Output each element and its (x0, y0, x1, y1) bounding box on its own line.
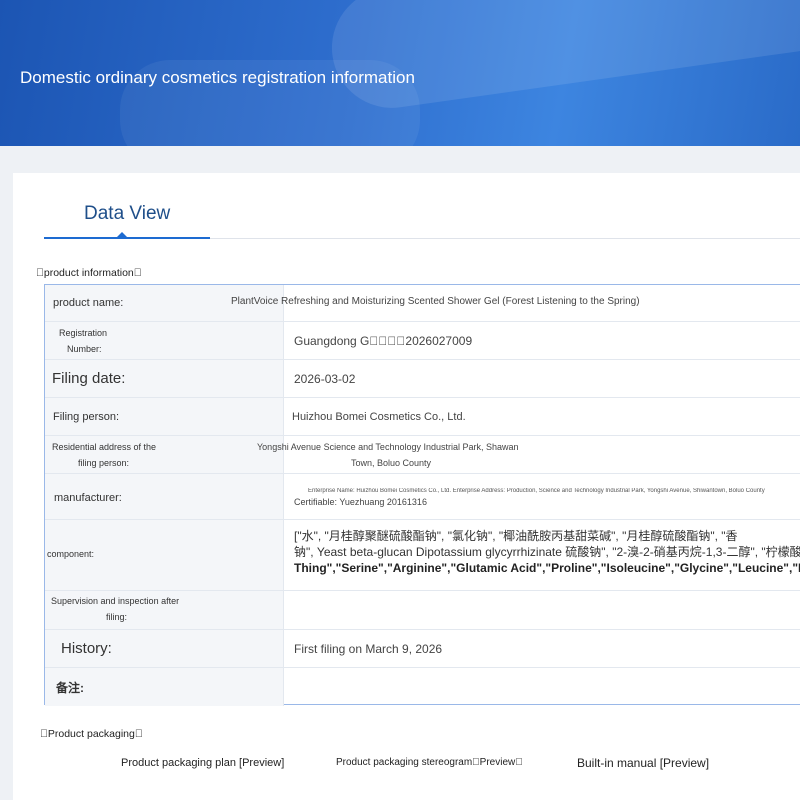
table-row: Filing person: Huizhou Bomei Cosmetics C… (45, 398, 800, 436)
address-label-2: filing person: (78, 458, 130, 468)
packaging-plan-preview-link[interactable]: Product packaging plan [Preview] (121, 757, 284, 769)
component-value: ["水", "月桂醇聚醚硫酸酯钠", "氯化钠", "椰油酰胺丙基甜菜碱", "… (294, 528, 800, 588)
tab-caret-icon (116, 232, 128, 238)
table-row: Residential address of the filing person… (45, 436, 800, 474)
address-value: Yongshi Avenue Science and Technology In… (257, 442, 519, 452)
table-row: product name: PlantVoice Refreshing and … (45, 285, 800, 322)
manufacturer-label: manufacturer: (54, 492, 122, 504)
registration-label-2: Number: (67, 344, 102, 354)
supervision-label-2: filing: (106, 612, 128, 622)
table-row: manufacturer: Enterprise Name: Huizhou B… (45, 474, 800, 520)
component-line: ["水", "月桂醇聚醚硫酸酯钠", "氯化钠", "椰油酰胺丙基甜菜碱", "… (294, 529, 738, 543)
tab-data-view[interactable]: Data View (84, 203, 170, 225)
page-title: Domestic ordinary cosmetics registration… (20, 68, 415, 87)
section-product-information:  product information  (36, 267, 142, 279)
address-value-2: Town, Boluo County (351, 458, 432, 468)
table-row: Registration Number: Guangdong G    2026… (45, 322, 800, 360)
table-row: History: First filing on March 9, 2026 (45, 630, 800, 668)
manufacturer-value: Enterprise Name: Huizhou Bomei Cosmetics… (308, 488, 765, 494)
header-banner: Domestic ordinary cosmetics registration… (0, 0, 800, 146)
packaging-stereogram-preview-link[interactable]: Product packaging stereogram Preview  (336, 757, 523, 768)
history-value: First filing on March 9, 2026 (294, 642, 443, 656)
table-row: Filing date: 2026-03-02 (45, 360, 800, 398)
remarks-label: 备注: (56, 681, 84, 695)
component-line: Thing","Serine","Arginine","Glutamic Aci… (294, 561, 800, 575)
table-row: 备注: (45, 668, 800, 706)
address-label: Residential address of the (52, 442, 157, 452)
filing-date-label: Filing date: (52, 370, 126, 387)
filing-date-value: 2026-03-02 (294, 372, 356, 386)
manufacturer-certificate: Certifiable: Yuezhuang 20161316 (294, 497, 427, 507)
table-row: Supervision and inspection after filing: (45, 591, 800, 630)
filing-person-label: Filing person: (53, 411, 120, 423)
product-name-label: product name: (53, 297, 124, 309)
component-label: component: (47, 549, 95, 559)
registration-value: Guangdong G    2026027009 (294, 334, 473, 348)
product-info-table: product name: PlantVoice Refreshing and … (44, 284, 800, 706)
registration-label: Registration (59, 328, 108, 338)
section-product-packaging:  Product packaging  (40, 728, 143, 740)
supervision-label: Supervision and inspection after (51, 596, 180, 606)
history-label: History: (61, 640, 112, 657)
table-row: component: ["水", "月桂醇聚醚硫酸酯钠", "氯化钠", "椰油… (45, 520, 800, 591)
built-in-manual-preview-link[interactable]: Built-in manual [Preview] (577, 756, 709, 770)
product-name-value: PlantVoice Refreshing and Moisturizing S… (231, 296, 640, 307)
component-line: 钠", Yeast beta-glucan Dipotassium glycyr… (294, 545, 800, 559)
filing-person-value: Huizhou Bomei Cosmetics Co., Ltd. (292, 411, 466, 423)
